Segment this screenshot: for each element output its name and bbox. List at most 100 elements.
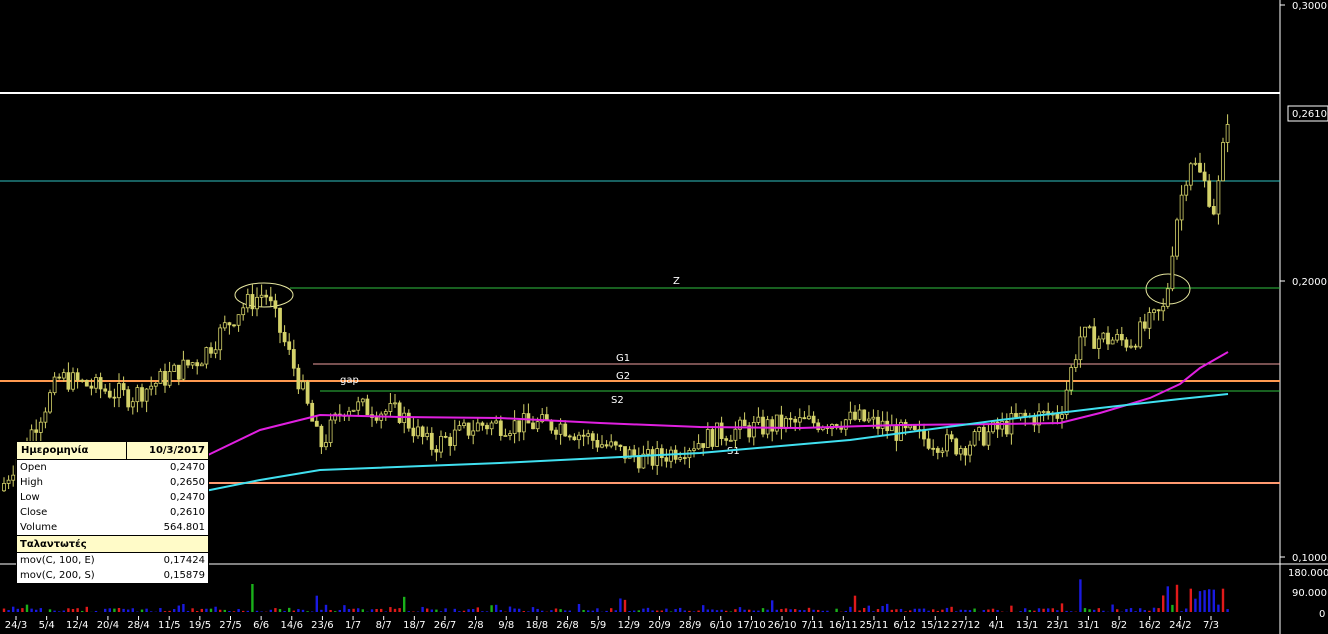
row-label: mov(C, 200, S)	[20, 570, 95, 581]
volume-bar	[536, 608, 539, 612]
candle-body	[135, 387, 140, 403]
x-tick-label: 8/2	[1111, 620, 1127, 631]
volume-bar	[890, 609, 893, 612]
candle-body	[1152, 309, 1156, 313]
volume-bar	[12, 606, 15, 612]
candle-body	[1188, 163, 1193, 186]
candle-body	[871, 416, 876, 420]
candle-body	[393, 402, 397, 405]
x-tick-label: 16/11	[829, 620, 858, 631]
volume-bar	[1010, 605, 1013, 612]
candle-body	[1069, 367, 1074, 391]
volume-bar	[214, 606, 217, 612]
volume-bar	[821, 610, 824, 612]
x-axis-ticks: 24/3 5/4 12/4 20/4 28/4 11/5 19/5 27/5 6/6 14/6 23…	[5, 616, 1219, 631]
x-tick-label: 11/5	[158, 620, 180, 631]
volume-bar	[122, 608, 125, 612]
candle-body	[310, 402, 315, 422]
candle-body	[1138, 321, 1143, 348]
candle-body	[250, 294, 255, 310]
candle-body	[595, 439, 600, 448]
volume-bar	[329, 609, 332, 612]
candle-body	[843, 419, 848, 430]
data-window[interactable]: Ημερομηνία 10/3/2017 Open 0,2470 High 0,26…	[16, 441, 209, 584]
x-tick-label: 6/12	[893, 620, 915, 631]
candle-body	[613, 441, 618, 446]
volume-bar	[508, 606, 512, 612]
candle-body	[600, 444, 604, 448]
candle-body	[1170, 255, 1175, 290]
candle-body	[558, 423, 563, 435]
volume-bar	[131, 608, 134, 612]
candle-body	[328, 419, 333, 443]
volume-bar	[789, 609, 792, 612]
volume-bar	[94, 610, 98, 612]
x-tick-label: 23/1	[1047, 620, 1069, 631]
last-price-label: 0,2610	[1292, 109, 1327, 120]
volume-bar	[269, 609, 272, 612]
candle-body	[646, 449, 650, 455]
x-tick-label: 17/10	[737, 620, 766, 631]
annotation-gap: gap	[340, 375, 359, 386]
candle-body	[632, 449, 637, 457]
data-window-header: Ημερομηνία 10/3/2017	[17, 442, 208, 460]
candle-body	[52, 376, 57, 394]
x-tick-label: 19/5	[189, 620, 211, 631]
candle-body	[696, 443, 701, 450]
volume-bar	[1166, 586, 1169, 612]
volume-bar	[798, 609, 801, 612]
volume-bar	[1203, 590, 1206, 612]
volume-bar	[660, 610, 663, 612]
volume-bar	[559, 609, 562, 612]
volume-bar	[1024, 608, 1027, 612]
volume-bar	[858, 610, 861, 612]
volume-bar	[472, 608, 475, 612]
volume-bar	[228, 610, 231, 612]
volume-bar	[246, 610, 249, 612]
volume-bars	[2, 579, 1229, 612]
candle-body	[282, 331, 287, 343]
candle-body	[1106, 332, 1110, 345]
candle-body	[89, 385, 94, 389]
volume-bar	[518, 608, 521, 612]
annotation-g1: G1	[616, 353, 630, 364]
candle-body	[425, 432, 430, 437]
volume-bar	[16, 608, 19, 612]
candle-body	[908, 425, 913, 429]
volume-bar	[1111, 604, 1114, 612]
candle-body	[1101, 332, 1106, 340]
price-tick-label: 0,3000	[1292, 1, 1327, 12]
volume-bar	[1157, 608, 1160, 612]
volume-bar	[568, 610, 571, 612]
volume-bar	[587, 610, 590, 612]
volume-bar	[895, 609, 898, 612]
volume-bar	[775, 609, 778, 612]
volume-bar	[554, 608, 558, 612]
x-tick-label: 13/1	[1016, 620, 1038, 631]
volume-bar	[352, 608, 355, 612]
date-value: 10/3/2017	[148, 445, 205, 456]
volume-bar	[223, 609, 226, 612]
volume-bar	[1079, 579, 1082, 612]
data-row-close: Close 0,2610	[17, 505, 208, 520]
candle-body	[609, 441, 614, 447]
candle-body	[301, 381, 305, 390]
volume-bar	[1056, 610, 1059, 612]
candle-body	[103, 388, 108, 392]
volume-bar	[527, 611, 530, 612]
candle-body	[314, 420, 319, 427]
candle-body	[756, 416, 761, 423]
volume-bar	[1185, 608, 1188, 612]
volume-bar	[490, 605, 493, 612]
candle-body	[1073, 359, 1078, 368]
volume-bar	[812, 609, 815, 612]
volume-bar	[1019, 611, 1022, 612]
volume-bar	[702, 605, 705, 612]
x-tick-label: 9/8	[498, 620, 514, 631]
candle-body	[761, 416, 765, 435]
volume-bar	[945, 607, 949, 612]
candle-body	[586, 433, 591, 437]
volume-bar	[1065, 610, 1068, 612]
volume-bar	[1134, 611, 1137, 612]
volume-bar	[306, 611, 309, 612]
